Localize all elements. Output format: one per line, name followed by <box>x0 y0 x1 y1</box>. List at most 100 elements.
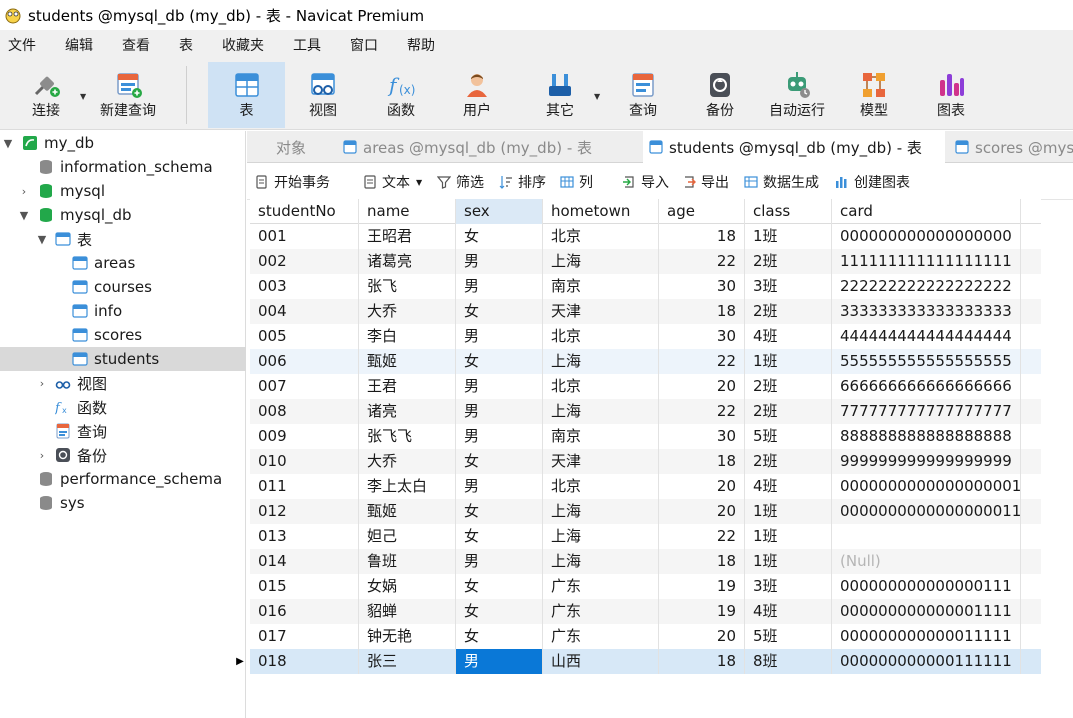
cell-studentno[interactable]: 018 <box>250 649 359 674</box>
cell-card[interactable]: 888888888888888888 <box>832 424 1021 449</box>
cell-card[interactable]: 000000000000000000 <box>832 224 1021 249</box>
cell-hometown[interactable]: 天津 <box>543 299 659 324</box>
cell-studentno[interactable]: 013 <box>250 524 359 549</box>
cell-hometown[interactable]: 南京 <box>543 274 659 299</box>
cell-class[interactable]: 2班 <box>745 399 832 424</box>
cell-hometown[interactable]: 上海 <box>543 524 659 549</box>
cell-class[interactable]: 5班 <box>745 624 832 649</box>
query-button[interactable]: 查询 <box>612 62 674 128</box>
cell-sex[interactable]: 男 <box>456 374 543 399</box>
cell-class[interactable]: 8班 <box>745 649 832 674</box>
sort-button[interactable]: 排序 <box>499 172 546 192</box>
collapse-arrow-icon[interactable]: ▼ <box>36 233 48 246</box>
cell-class[interactable]: 4班 <box>745 599 832 624</box>
cell-age[interactable]: 30 <box>659 324 745 349</box>
chart-button[interactable]: 图表 <box>924 62 978 128</box>
cell-age[interactable]: 18 <box>659 299 745 324</box>
view-button[interactable]: 视图 <box>290 62 356 128</box>
cell-class[interactable]: 3班 <box>745 574 832 599</box>
expand-arrow-icon[interactable]: › <box>36 377 48 390</box>
cell-sex[interactable]: 女 <box>456 524 543 549</box>
menu-table[interactable]: 表 <box>171 35 204 55</box>
cell-name[interactable]: 钟无艳 <box>359 624 456 649</box>
table-row[interactable]: 013 妲己女上海 22 1班 <box>250 524 1041 549</box>
cell-age[interactable]: 18 <box>659 224 745 249</box>
other-dropdown-icon[interactable]: ▼ <box>594 92 600 101</box>
cell-name[interactable]: 女娲 <box>359 574 456 599</box>
cell-name[interactable]: 大乔 <box>359 449 456 474</box>
cell-studentno[interactable]: 012 <box>250 499 359 524</box>
cell-studentno[interactable]: 006 <box>250 349 359 374</box>
tree-connection-my-db[interactable]: ▼ my_db <box>0 131 246 155</box>
cell-name[interactable]: 甄姬 <box>359 499 456 524</box>
backup-button[interactable]: 备份 <box>690 62 750 128</box>
cell-studentno[interactable]: 001 <box>250 224 359 249</box>
cell-name[interactable]: 王君 <box>359 374 456 399</box>
table-row[interactable]: 015 女娲女广东 19 3班 000000000000000111 <box>250 574 1041 599</box>
cell-studentno[interactable]: 014 <box>250 549 359 574</box>
cell-class[interactable]: 4班 <box>745 324 832 349</box>
cell-age[interactable]: 18 <box>659 449 745 474</box>
table-row[interactable]: 014 鲁班男上海 18 1班 (Null) <box>250 549 1041 574</box>
user-button[interactable]: 用户 <box>446 62 508 128</box>
cell-name[interactable]: 大乔 <box>359 299 456 324</box>
table-row[interactable]: 005 李白男北京 30 4班 444444444444444444 <box>250 324 1041 349</box>
cell-name[interactable]: 王昭君 <box>359 224 456 249</box>
cell-card[interactable]: 333333333333333333 <box>832 299 1021 324</box>
cell-name[interactable]: 张飞飞 <box>359 424 456 449</box>
cell-card[interactable]: 111111111111111111 <box>832 249 1021 274</box>
tree-table-info[interactable]: info <box>0 299 246 323</box>
cell-studentno[interactable]: 015 <box>250 574 359 599</box>
table-row[interactable]: 016 貂蝉女广东 19 4班 000000000000001111 <box>250 599 1041 624</box>
table-row[interactable]: 003 张飞男南京 30 3班 222222222222222222 <box>250 274 1041 299</box>
cell-studentno[interactable]: 010 <box>250 449 359 474</box>
cell-card[interactable]: 0000000000000000011 <box>832 499 1021 524</box>
menu-file[interactable]: 文件 <box>0 35 47 55</box>
function-button[interactable]: f (x) 函数 <box>368 62 434 128</box>
text-menu-button[interactable]: 文本 ▼ <box>363 172 422 192</box>
table-button[interactable]: 表 <box>208 62 285 128</box>
connect-button[interactable]: 连接 <box>22 62 70 128</box>
cell-sex[interactable]: 男 <box>456 474 543 499</box>
table-row[interactable]: 008 诸亮男上海 22 2班 777777777777777777 <box>250 399 1041 424</box>
cell-hometown[interactable]: 广东 <box>543 574 659 599</box>
tree-folder-views[interactable]: › 视图 <box>0 371 246 395</box>
table-row[interactable]: 012 甄姬女上海 20 1班 0000000000000000011 <box>250 499 1041 524</box>
table-row[interactable]: 009 张飞飞男南京 30 5班 888888888888888888 <box>250 424 1041 449</box>
cell-class[interactable]: 1班 <box>745 349 832 374</box>
table-row[interactable]: 002 诸葛亮男上海 22 2班 111111111111111111 <box>250 249 1041 274</box>
tree-folder-functions[interactable]: f x 函数 <box>0 395 246 419</box>
column-header-age[interactable]: age <box>659 199 745 224</box>
cell-hometown[interactable]: 上海 <box>543 499 659 524</box>
new-query-button[interactable]: 新建查询 <box>94 62 162 128</box>
cell-hometown[interactable]: 上海 <box>543 549 659 574</box>
cell-studentno[interactable]: 002 <box>250 249 359 274</box>
cell-hometown[interactable]: 北京 <box>543 474 659 499</box>
cell-card[interactable]: (Null) <box>832 549 1021 574</box>
tab-students[interactable]: students @mysql_db (my_db) - 表 <box>643 131 945 163</box>
tree-table-courses[interactable]: courses <box>0 275 246 299</box>
cell-sex[interactable]: 女 <box>456 599 543 624</box>
cell-age[interactable]: 19 <box>659 574 745 599</box>
table-row[interactable]: 007 王君男北京 20 2班 666666666666666666 <box>250 374 1041 399</box>
cell-sex[interactable]: 男 <box>456 549 543 574</box>
cell-card[interactable]: 555555555555555555 <box>832 349 1021 374</box>
cell-class[interactable]: 2班 <box>745 374 832 399</box>
cell-studentno[interactable]: 003 <box>250 274 359 299</box>
table-row[interactable]: 001 王昭君女北京 18 1班 000000000000000000 <box>250 224 1041 249</box>
cell-age[interactable]: 30 <box>659 274 745 299</box>
cell-studentno[interactable]: 008 <box>250 399 359 424</box>
cell-hometown[interactable]: 南京 <box>543 424 659 449</box>
other-button[interactable]: 其它 <box>528 62 592 128</box>
tab-areas[interactable]: areas @mysql_db (my_db) - 表 <box>337 131 639 163</box>
automation-button[interactable]: 自动运行 <box>762 62 832 128</box>
cell-hometown[interactable]: 山西 <box>543 649 659 674</box>
table-row[interactable]: 017 钟无艳女广东 20 5班 000000000000011111 <box>250 624 1041 649</box>
table-row[interactable]: 006 甄姬女上海 22 1班 555555555555555555 <box>250 349 1041 374</box>
column-header-card[interactable]: card <box>832 199 1021 224</box>
tree-table-scores[interactable]: scores <box>0 323 246 347</box>
cell-studentno[interactable]: 016 <box>250 599 359 624</box>
tree-db-information-schema[interactable]: information_schema <box>0 155 246 179</box>
menu-window[interactable]: 窗口 <box>342 35 389 55</box>
cell-class[interactable]: 1班 <box>745 524 832 549</box>
